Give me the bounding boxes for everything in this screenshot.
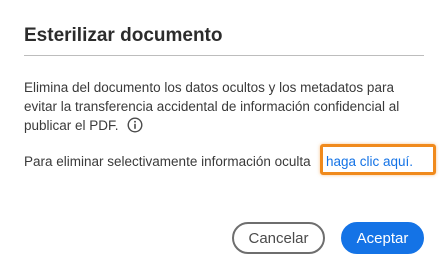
description-text: Elimina del documento los datos ocultos … (24, 80, 400, 133)
click-here-link[interactable]: haga clic aquí. (326, 152, 413, 171)
cancel-button[interactable]: Cancelar (232, 222, 325, 254)
selective-removal-text: Para eliminar selectivamente información… (24, 154, 311, 169)
sanitize-dialog: Esterilizar documento Elimina del docume… (0, 0, 443, 273)
title-divider (24, 55, 424, 56)
dialog-title: Esterilizar documento (24, 25, 223, 46)
info-circle-icon[interactable] (127, 117, 143, 133)
dialog-description: Elimina del documento los datos ocultos … (24, 78, 424, 135)
accept-button[interactable]: Aceptar (341, 222, 424, 254)
